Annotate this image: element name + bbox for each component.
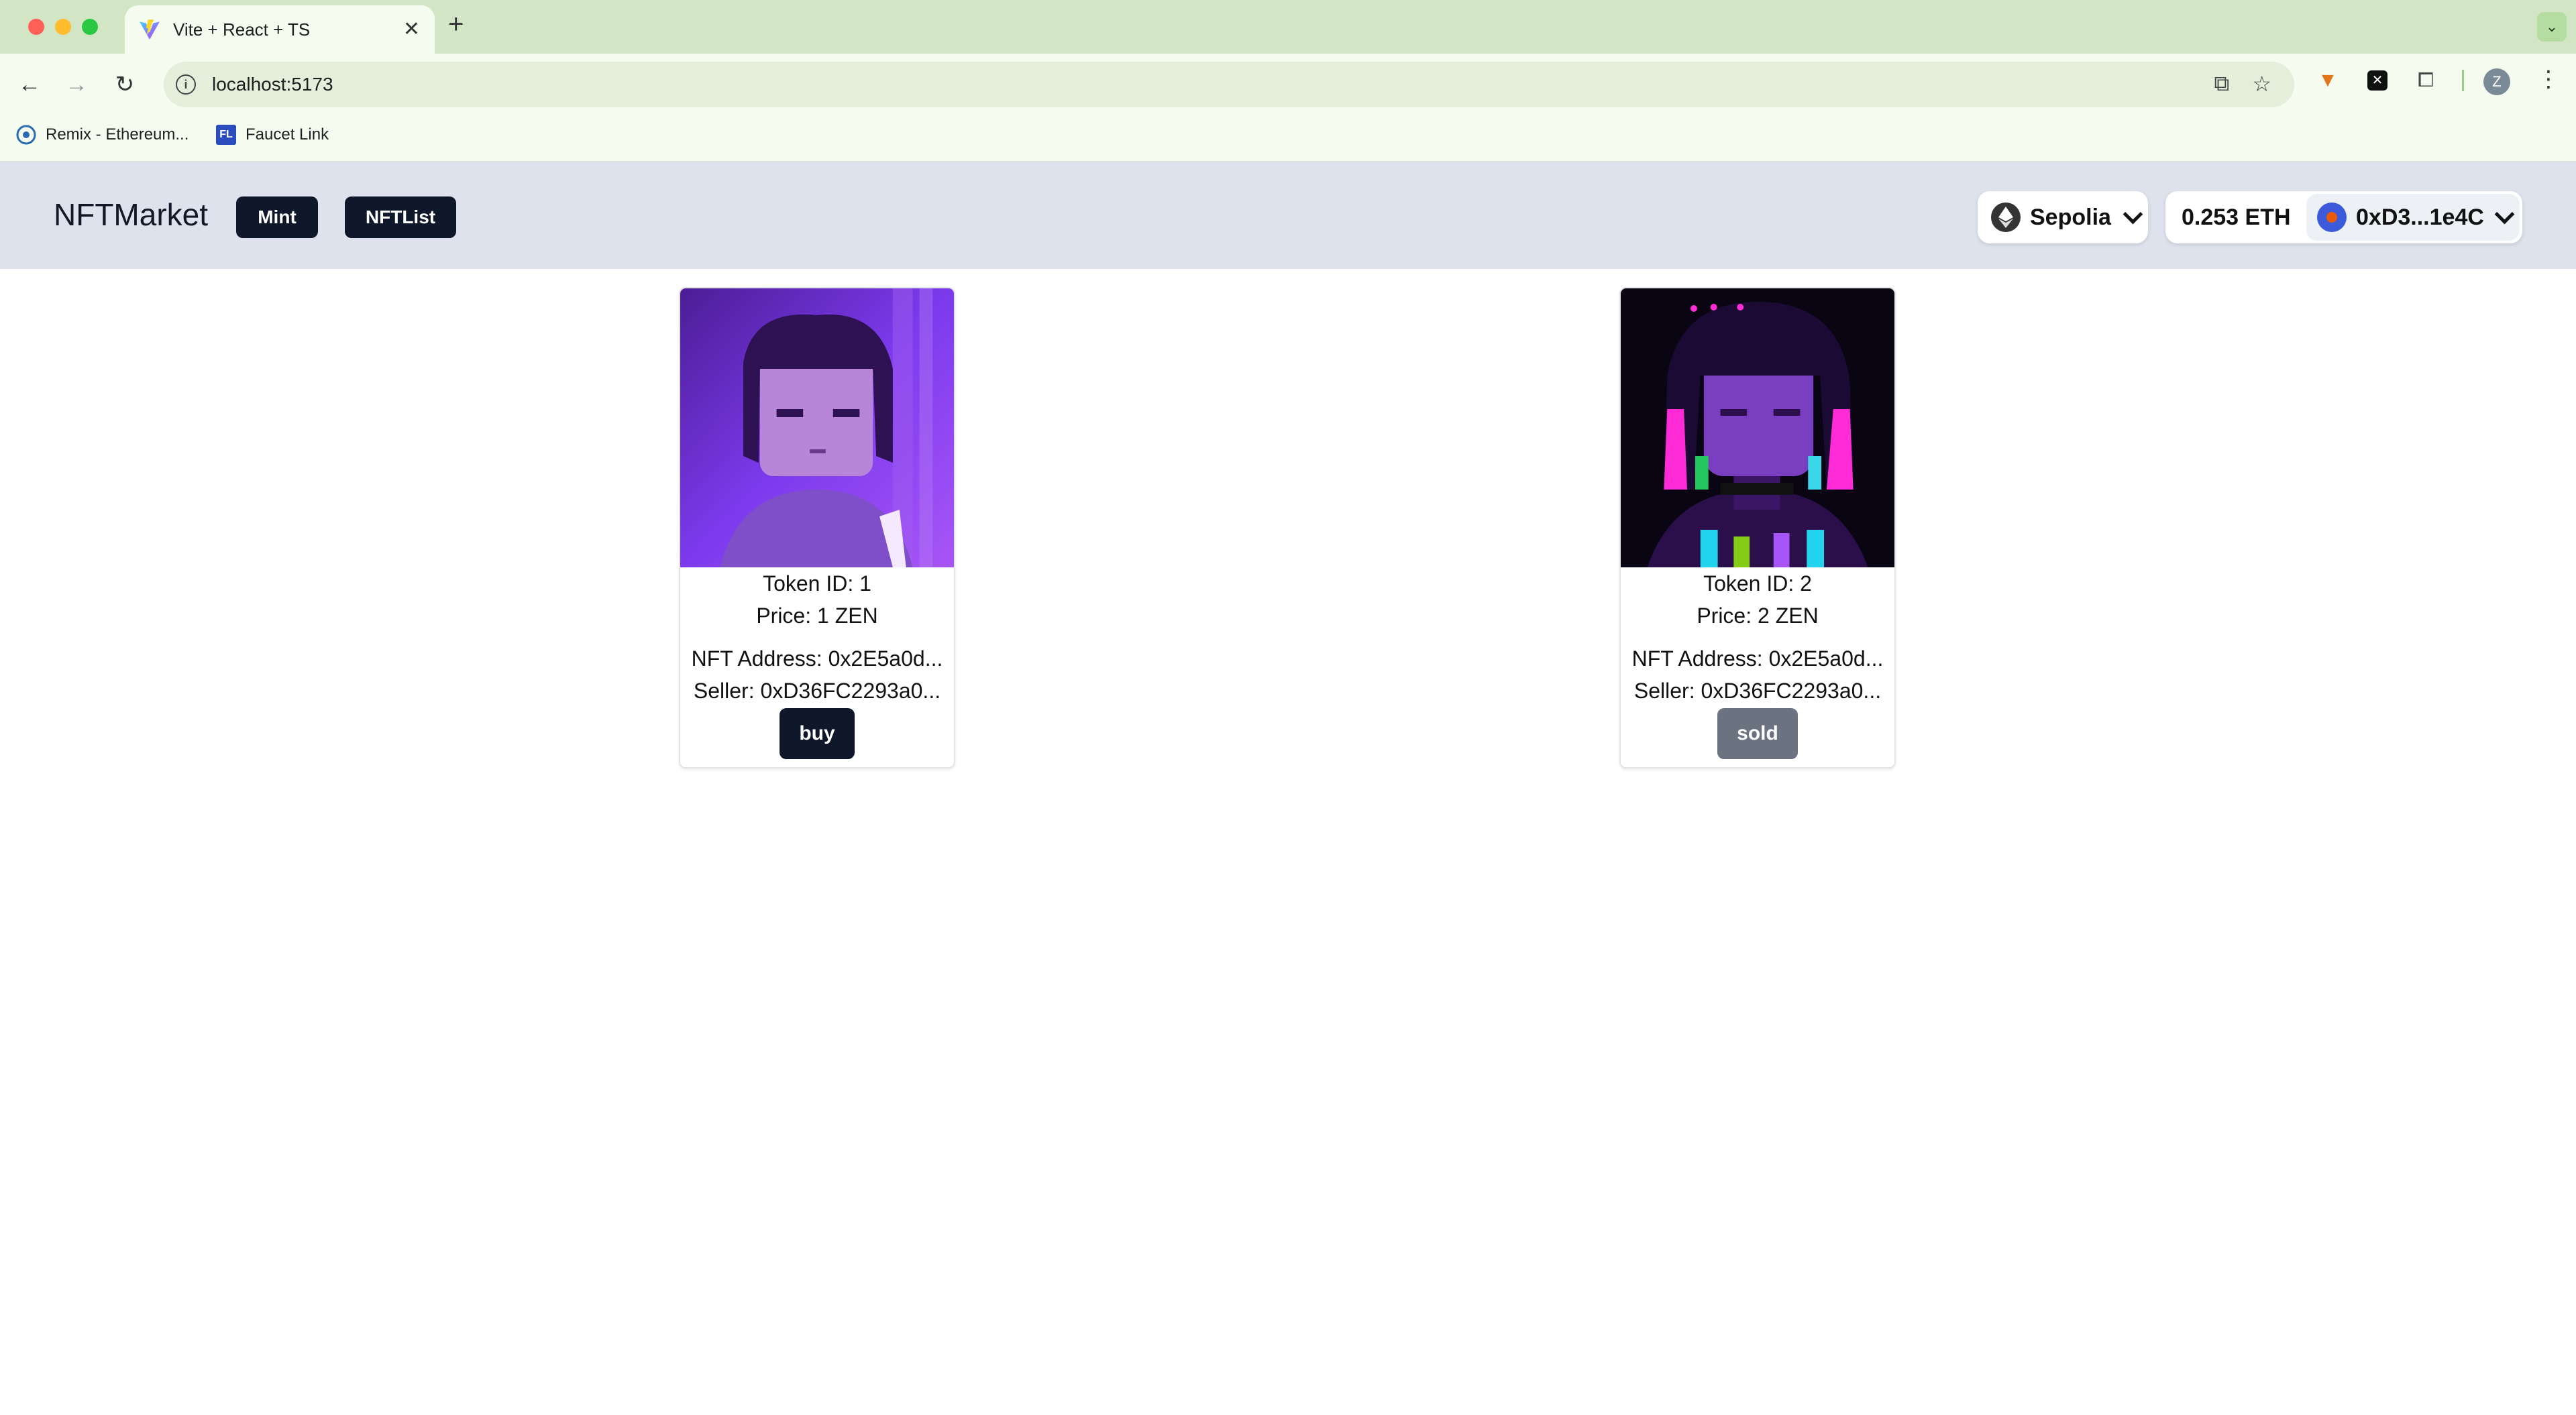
nft-card: Token ID: 1 Price: 1 ZEN NFT Address: 0x… — [679, 287, 955, 769]
token-id: Token ID: 1 — [763, 571, 871, 596]
remix-icon — [16, 125, 36, 145]
extensions-icon[interactable]: ⧠ — [2412, 67, 2439, 94]
nft-address: NFT Address: 0x2E5a0d... — [1631, 646, 1884, 671]
new-tab-button[interactable]: + — [448, 9, 464, 40]
translate-icon[interactable]: ⧉ — [2214, 71, 2229, 97]
seller: Seller: 0xD36FC2293a0... — [1633, 679, 1882, 703]
buy-button[interactable]: buy — [780, 708, 855, 759]
forward-button[interactable]: → — [59, 67, 94, 102]
sold-button[interactable]: sold — [1717, 708, 1798, 759]
toolbar-divider — [2462, 70, 2464, 91]
browser-menu-icon[interactable]: ⋮ — [2537, 66, 2560, 93]
bookmark-star-icon[interactable]: ☆ — [2252, 71, 2271, 97]
account-widget[interactable]: 0.253 ETH 0xD3...1e4C — [2165, 191, 2522, 243]
network-name: Sepolia — [2030, 204, 2111, 230]
mint-button[interactable]: Mint — [236, 196, 318, 238]
bookmark-label: Remix - Ethereum... — [46, 125, 189, 144]
browser-tab[interactable]: Vite + React + TS ✕ — [125, 5, 435, 54]
nftlist-button[interactable]: NFTList — [345, 196, 456, 238]
tab-close-icon[interactable]: ✕ — [403, 17, 420, 41]
url-text[interactable]: localhost:5173 — [212, 74, 333, 95]
extension-puzzle-dark-icon[interactable]: ✕ — [2364, 67, 2391, 94]
account-selector[interactable]: 0xD3...1e4C — [2306, 194, 2520, 241]
seller: Seller: 0xD36FC2293a0... — [693, 679, 941, 703]
profile-avatar[interactable]: Z — [2483, 68, 2510, 95]
app-header: NFTMarket Mint NFTList Sepolia 0.253 ETH… — [0, 162, 2576, 269]
token-id: Token ID: 2 — [1703, 571, 1812, 596]
nft-image — [1621, 288, 1894, 567]
price: Price: 1 ZEN — [756, 604, 878, 628]
metamask-extension-icon[interactable]: ▼ — [2314, 67, 2341, 94]
bookmarks-bar: Remix - Ethereum... FL Faucet Link — [0, 115, 2576, 162]
nft-address: NFT Address: 0x2E5a0d... — [691, 646, 943, 671]
bookmark-faucet[interactable]: FL Faucet Link — [216, 125, 329, 145]
balance-text: 0.253 ETH — [2182, 204, 2291, 230]
ethereum-icon — [1991, 203, 2021, 232]
reload-button[interactable]: ↻ — [107, 67, 142, 102]
tab-title: Vite + React + TS — [173, 19, 311, 40]
site-info-icon[interactable]: i — [176, 74, 196, 95]
chevron-down-icon — [2494, 204, 2515, 224]
maximize-window-button[interactable] — [82, 19, 98, 35]
price: Price: 2 ZEN — [1697, 604, 1819, 628]
account-avatar — [2317, 203, 2347, 232]
nft-card: Token ID: 2 Price: 2 ZEN NFT Address: 0x… — [1619, 287, 1896, 769]
close-window-button[interactable] — [28, 19, 44, 35]
nft-image — [680, 288, 954, 567]
faucet-link-icon: FL — [216, 125, 236, 145]
bookmark-remix[interactable]: Remix - Ethereum... — [16, 125, 189, 145]
browser-tab-bar: Vite + React + TS ✕ + ⌄ — [0, 0, 2576, 54]
browser-toolbar: ← → ↻ i localhost:5173 ⧉ ☆ — [0, 54, 2576, 115]
brand-title: NFTMarket — [54, 197, 208, 232]
bookmark-label: Faucet Link — [246, 125, 329, 144]
vite-icon — [140, 19, 160, 40]
account-address: 0xD3...1e4C — [2356, 204, 2484, 230]
tab-search-button[interactable]: ⌄ — [2537, 12, 2567, 42]
minimize-window-button[interactable] — [55, 19, 71, 35]
chevron-down-icon — [2123, 204, 2143, 224]
address-bar[interactable]: i localhost:5173 ⧉ ☆ — [164, 62, 2294, 107]
network-selector[interactable]: Sepolia — [1978, 191, 2148, 243]
back-button[interactable]: ← — [12, 67, 47, 102]
